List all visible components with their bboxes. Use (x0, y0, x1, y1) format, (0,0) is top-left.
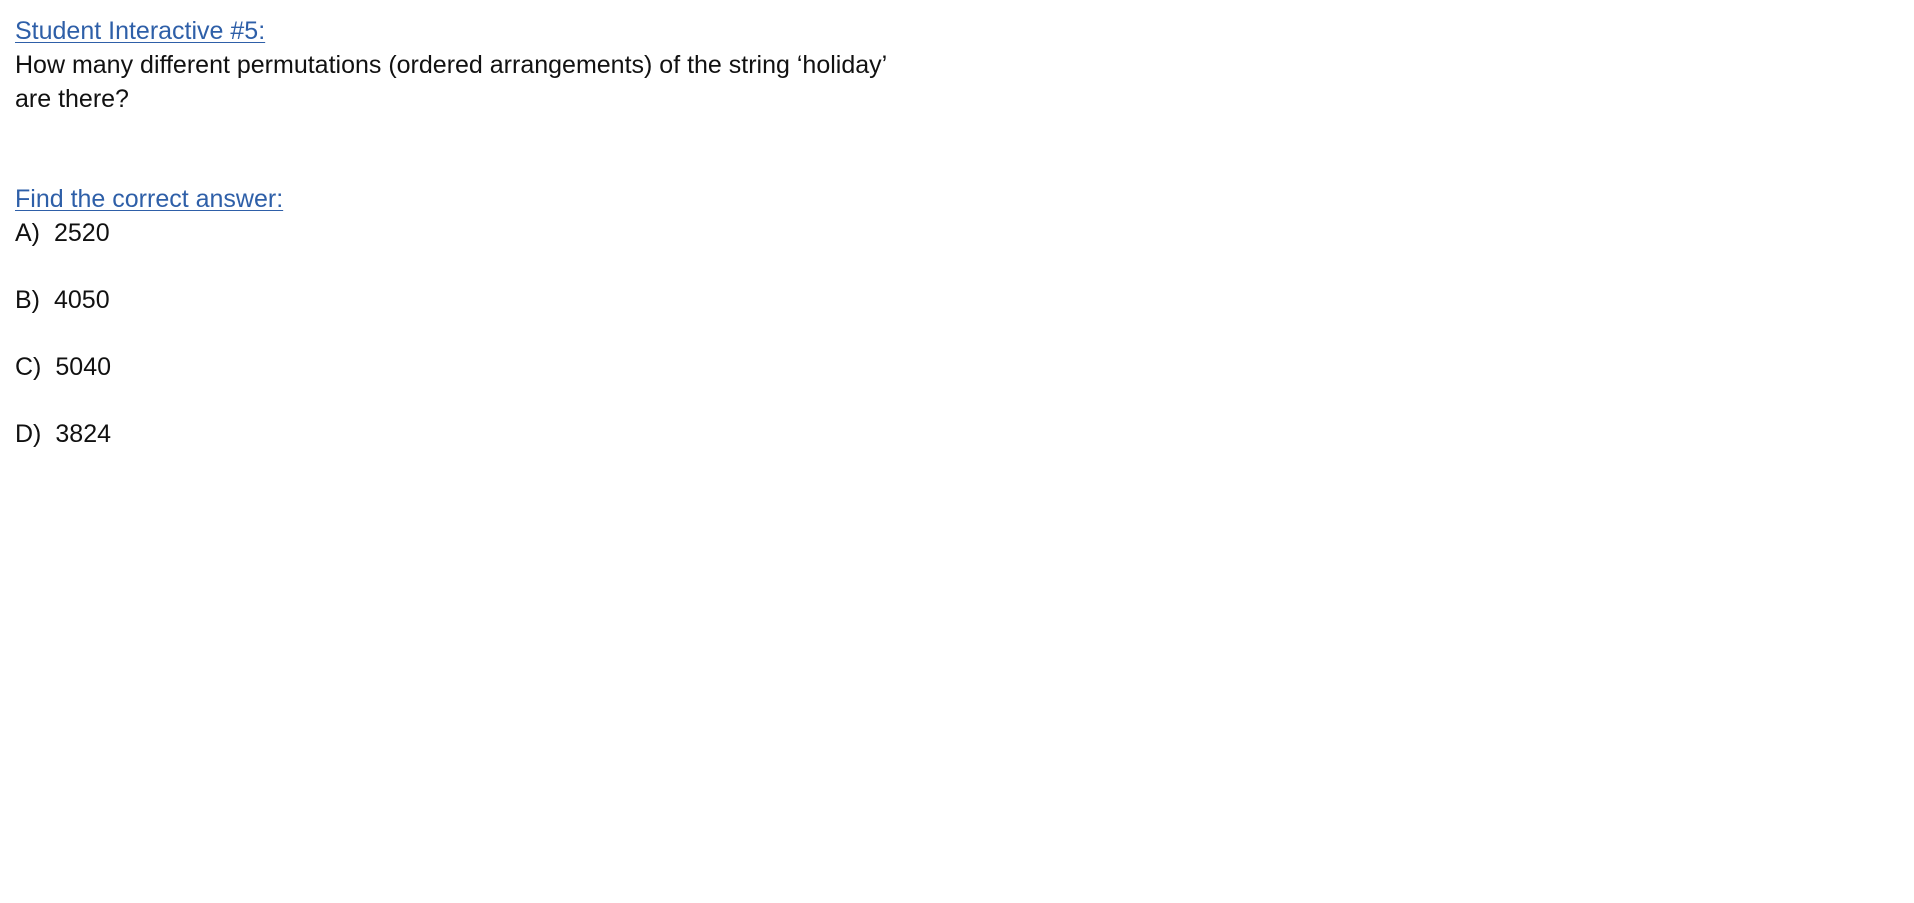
option-value: 3824 (55, 420, 112, 448)
option-a[interactable]: A) 2520 (15, 216, 1015, 250)
slide-content: Student Interactive #5: How many differe… (15, 14, 1015, 484)
option-letter: A) (15, 219, 40, 247)
option-letter: C) (15, 353, 42, 381)
option-c[interactable]: C) 5040 (15, 350, 1015, 384)
option-value: 2520 (54, 219, 110, 247)
answer-options: A) 2520 B) 4050 C) 5040 D) 3824 (15, 216, 1015, 451)
question-line-2: are there? (15, 85, 129, 113)
question-line-1: How many different permutations (ordered… (15, 51, 888, 79)
option-value: 5040 (55, 353, 112, 381)
option-b[interactable]: B) 4050 (15, 283, 1015, 317)
option-letter: D) (15, 420, 42, 448)
answer-heading: Find the correct answer: (15, 185, 284, 213)
option-letter: B) (15, 286, 40, 314)
option-value: 4050 (54, 286, 110, 314)
option-d[interactable]: D) 3824 (15, 417, 1015, 451)
question-text: How many different permutations (ordered… (15, 48, 1015, 116)
slide-title: Student Interactive #5: (15, 17, 266, 45)
